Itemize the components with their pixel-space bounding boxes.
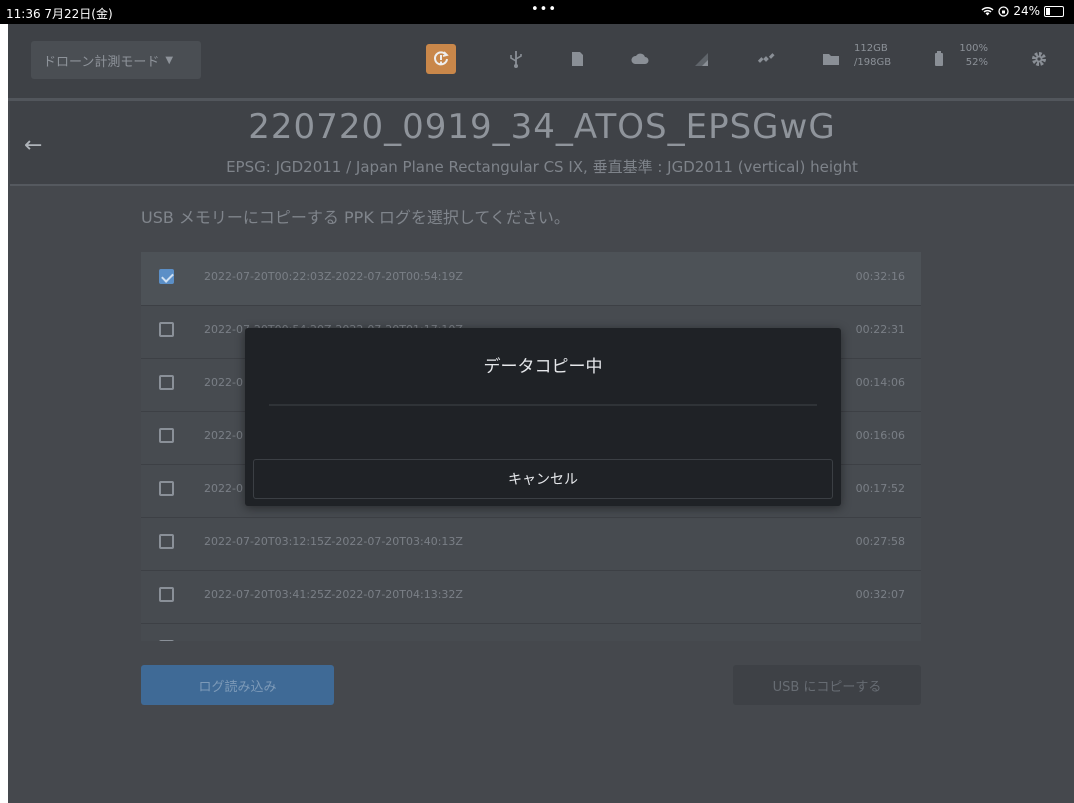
caret-down-icon: ▼ bbox=[165, 54, 174, 66]
battery-icon bbox=[1044, 5, 1064, 17]
satellite-icon[interactable] bbox=[751, 44, 781, 74]
usb-icon[interactable] bbox=[501, 44, 531, 74]
log-label: 2022-0 bbox=[204, 376, 243, 389]
log-checkbox[interactable] bbox=[159, 640, 174, 641]
signal-icon[interactable] bbox=[687, 44, 717, 74]
battery-levels: 100% 52% bbox=[958, 42, 988, 70]
page-subtitle: EPSG: JGD2011 / Japan Plane Rectangular … bbox=[226, 158, 858, 176]
log-duration: 00:17:52 bbox=[855, 482, 905, 495]
progress-bar bbox=[269, 404, 817, 406]
battery-percent: 24% bbox=[1013, 4, 1040, 18]
log-checkbox[interactable] bbox=[159, 322, 174, 337]
log-label: 2022-07-20T03:41:25Z-2022-07-20T04:13:32… bbox=[204, 588, 463, 601]
log-checkbox[interactable] bbox=[159, 269, 174, 284]
dialog-title: データコピー中 bbox=[483, 357, 603, 377]
log-checkbox[interactable] bbox=[159, 587, 174, 602]
folder-icon[interactable] bbox=[816, 44, 846, 74]
orientation-lock-icon bbox=[998, 5, 1009, 17]
log-checkbox[interactable] bbox=[159, 375, 174, 390]
battery-level-top: 100% bbox=[959, 43, 988, 54]
log-duration: 00:16:06 bbox=[855, 429, 905, 442]
storage-total: /198GB bbox=[854, 57, 892, 68]
copy-to-usb-button[interactable]: USB にコピーする bbox=[733, 665, 921, 705]
log-checkbox[interactable] bbox=[159, 481, 174, 496]
log-label: 2022-0 bbox=[204, 429, 243, 442]
log-duration: 00:32:16 bbox=[855, 270, 905, 283]
storage-used: 112GB bbox=[854, 43, 888, 54]
battery-level-bottom: 52% bbox=[965, 57, 988, 68]
cloud-icon[interactable] bbox=[625, 44, 655, 74]
status-right: 24% bbox=[981, 4, 1064, 18]
log-label: 2022-0 bbox=[204, 482, 243, 495]
load-logs-button[interactable]: ログ読み込み bbox=[141, 665, 334, 705]
log-duration: 00:32:07 bbox=[855, 588, 905, 601]
cancel-button[interactable]: キャンセル bbox=[253, 459, 833, 499]
mode-select[interactable]: ドローン計測モード ▼ bbox=[31, 41, 201, 79]
multitask-dots[interactable]: ••• bbox=[531, 2, 557, 17]
log-checkbox[interactable] bbox=[159, 428, 174, 443]
status-bar: 11:36 7月22日(金) ••• 24% bbox=[0, 0, 1074, 24]
toolbar: ドローン計測モード ▼ 112GB /198GB 100% 52% bbox=[8, 24, 1074, 101]
log-label: 2022-07-20T03:12:15Z-2022-07-20T03:40:13… bbox=[204, 535, 463, 548]
wifi-icon bbox=[981, 7, 994, 16]
storage-text: 112GB /198GB bbox=[854, 42, 891, 70]
gear-icon[interactable] bbox=[1024, 44, 1054, 74]
page-header: ← 220720_0919_34_ATOS_EPSGwG EPSG: JGD20… bbox=[10, 101, 1074, 186]
log-row[interactable]: 2022-07-20T04:45:58Z-2022-07-20T05:12:43… bbox=[141, 623, 921, 641]
log-duration: 00:14:06 bbox=[855, 376, 905, 389]
refresh-alert-icon[interactable] bbox=[426, 44, 456, 74]
page-title: 220720_0919_34_ATOS_EPSGwG bbox=[248, 107, 836, 147]
battery-icon[interactable] bbox=[924, 44, 954, 74]
status-time: 11:36 7月22日(金) bbox=[6, 7, 113, 21]
log-row[interactable]: 2022-07-20T03:12:15Z-2022-07-20T03:40:13… bbox=[141, 517, 921, 571]
log-label: 2022-07-20T00:22:03Z-2022-07-20T00:54:19… bbox=[204, 270, 463, 283]
log-duration: 00:22:31 bbox=[855, 323, 905, 336]
log-duration: 00:27:58 bbox=[855, 535, 905, 548]
instruction-text: USB メモリーにコピーする PPK ログを選択してください。 bbox=[141, 208, 570, 227]
log-row[interactable]: 2022-07-20T03:41:25Z-2022-07-20T04:13:32… bbox=[141, 570, 921, 624]
sd-card-icon[interactable] bbox=[562, 44, 592, 74]
log-checkbox[interactable] bbox=[159, 534, 174, 549]
log-row[interactable]: 2022-07-20T00:22:03Z-2022-07-20T00:54:19… bbox=[141, 252, 921, 306]
copy-progress-dialog: データコピー中 キャンセル bbox=[245, 328, 841, 506]
mode-select-label: ドローン計測モード bbox=[43, 54, 160, 70]
